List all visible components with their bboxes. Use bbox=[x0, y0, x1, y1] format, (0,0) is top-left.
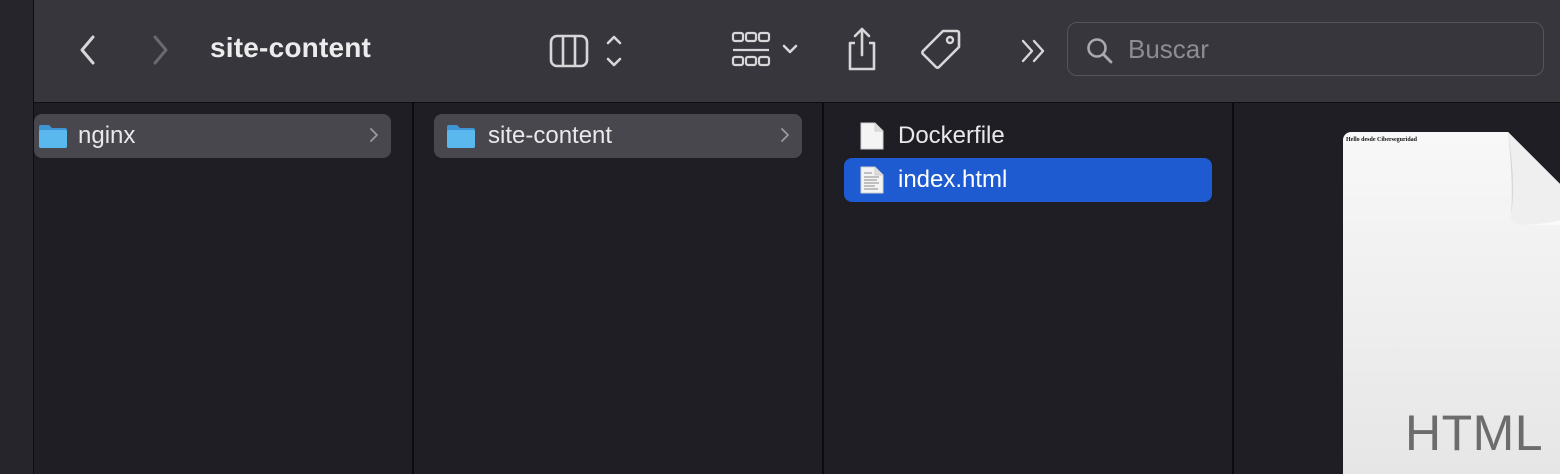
column-item-dockerfile[interactable]: Dockerfile bbox=[844, 114, 1212, 158]
share-icon bbox=[848, 27, 876, 71]
folder-icon bbox=[38, 123, 68, 149]
column-1: nginx bbox=[34, 103, 412, 474]
double-chevron-right-icon bbox=[1021, 39, 1045, 63]
tag-button[interactable] bbox=[918, 26, 964, 72]
column-item-label: nginx bbox=[78, 122, 136, 149]
column-item-nginx[interactable]: nginx bbox=[34, 114, 391, 158]
chevron-left-icon bbox=[80, 35, 95, 65]
search-input[interactable] bbox=[1128, 33, 1528, 65]
preview-content-text: Hello desde Ciberseguridad bbox=[1346, 137, 1418, 143]
html-file-icon bbox=[859, 165, 885, 195]
folder-icon bbox=[446, 123, 476, 149]
sidebar-edge bbox=[0, 0, 34, 474]
column-item-index-html[interactable]: index.html bbox=[844, 158, 1212, 202]
group-by-button[interactable] bbox=[730, 28, 806, 74]
preview-file-type-label: HTML bbox=[1405, 405, 1544, 461]
finder-window: site-content Buscar nginx site-content D… bbox=[0, 0, 1560, 474]
file-preview-thumbnail[interactable]: Hello desde Ciberseguridad HTML bbox=[1343, 132, 1560, 474]
column-2: site-content bbox=[414, 103, 822, 474]
column-item-label: index.html bbox=[898, 166, 1008, 193]
chevron-right-icon bbox=[781, 128, 789, 142]
column-3: Dockerfile index.html bbox=[824, 103, 1232, 474]
search-field[interactable] bbox=[1067, 22, 1544, 76]
view-mode-button[interactable] bbox=[548, 28, 638, 74]
toolbar: site-content bbox=[34, 0, 1560, 103]
column-item-label: Dockerfile bbox=[898, 122, 1005, 149]
tag-icon bbox=[921, 29, 961, 69]
forward-button[interactable] bbox=[140, 30, 180, 70]
share-button[interactable] bbox=[840, 24, 884, 74]
columns-view-icon bbox=[549, 34, 622, 68]
chevron-right-icon bbox=[153, 35, 168, 65]
column-item-label: site-content bbox=[488, 122, 613, 149]
grid-group-icon bbox=[731, 31, 798, 67]
back-button[interactable] bbox=[68, 30, 108, 70]
search-icon bbox=[1087, 38, 1113, 64]
window-title: site-content bbox=[210, 32, 372, 63]
column-item-site-content[interactable]: site-content bbox=[434, 114, 802, 158]
chevron-right-icon bbox=[370, 128, 378, 142]
document-icon bbox=[859, 121, 885, 151]
more-toolbar-button[interactable] bbox=[1014, 34, 1054, 68]
